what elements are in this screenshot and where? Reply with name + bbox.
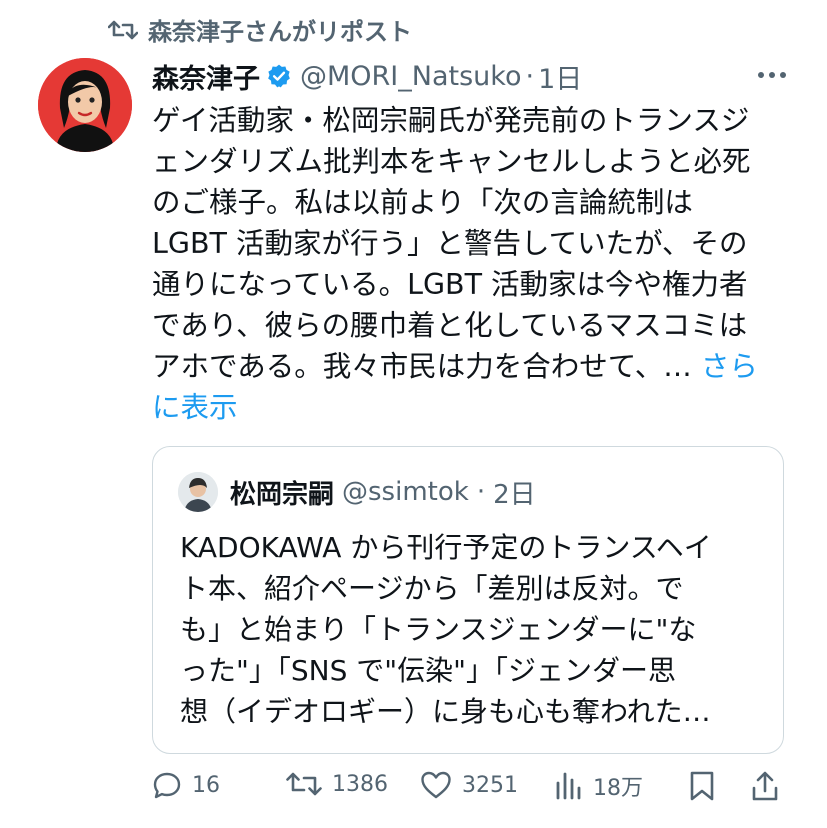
quoted-avatar-portrait-icon xyxy=(178,472,218,512)
more-options-button[interactable] xyxy=(755,58,789,92)
quoted-tweet-card[interactable]: 松岡宗嗣 @ssimtok · 2日 KADOKAWA から刊行予定のトランスヘ… xyxy=(152,446,784,754)
repost-indicator[interactable]: 森奈津子さんがリポスト xyxy=(108,12,412,47)
quoted-text-line: 想（イデオロギー）に身も心も奪われた… xyxy=(180,695,711,728)
like-button[interactable]: 3251 xyxy=(420,770,518,800)
repost-icon xyxy=(108,20,138,39)
quoted-tweet-header: 松岡宗嗣 @ssimtok · 2日 xyxy=(178,472,536,512)
views-button[interactable]: 18万 xyxy=(555,770,643,802)
bookmark-button[interactable] xyxy=(688,770,716,802)
like-count: 3251 xyxy=(462,772,518,798)
reply-button[interactable]: 16 xyxy=(152,770,220,800)
quoted-text-line: も」と始まり「トランスジェンダーに"な xyxy=(180,613,697,646)
repost-count: 1386 xyxy=(332,771,388,797)
tweet-header: 森奈津子 @MORI_Natsuko · 1日 xyxy=(152,57,797,96)
quoted-text-line: KADOKAWA から刊行予定のトランスヘイ xyxy=(180,531,712,564)
repost-button[interactable]: 1386 xyxy=(286,770,388,798)
quoted-text-line: ト本、紹介ページから「差別は反対。で xyxy=(180,572,684,605)
quoted-avatar xyxy=(178,472,218,512)
tweet-text-line: であり、彼らの腰巾着と化しているマスコミは xyxy=(152,309,748,342)
tweet-text: ゲイ活動家・松岡宗嗣氏が発売前のトランスジ ェンダリズム批判本をキャンセルしよう… xyxy=(152,100,792,428)
analytics-icon xyxy=(556,772,581,800)
separator-dot: · xyxy=(525,60,535,92)
tweet-text-line: ゲイ活動家・松岡宗嗣氏が発売前のトランスジ xyxy=(152,104,750,137)
show-more-link-continued[interactable]: に表示 xyxy=(152,387,792,428)
quoted-tweet-text: KADOKAWA から刊行予定のトランスヘイ ト本、紹介ページから「差別は反対。… xyxy=(180,527,780,732)
quoted-author-handle: @ssimtok xyxy=(342,477,469,507)
share-button[interactable] xyxy=(750,770,780,802)
quoted-author-name: 松岡宗嗣 xyxy=(230,479,335,510)
share-icon xyxy=(752,771,778,801)
quoted-timestamp: 2日 xyxy=(493,479,536,510)
bookmark-icon xyxy=(690,771,714,801)
tweet-text-fragment: アホである。我々市民は力を合わせて、… xyxy=(152,350,701,383)
more-horizontal-icon xyxy=(758,72,786,78)
tweet-text-line: のご様子。私は以前より「次の言論統制は xyxy=(152,186,693,219)
author-handle[interactable]: @MORI_Natsuko xyxy=(300,61,521,92)
view-count: 18万 xyxy=(593,776,643,801)
avatar-portrait-icon xyxy=(38,58,132,152)
reply-icon xyxy=(153,772,181,799)
show-more-link[interactable]: さら xyxy=(701,350,758,383)
tweet-text-line-last: アホである。我々市民は力を合わせて、… さら xyxy=(152,346,792,387)
timestamp[interactable]: 1日 xyxy=(538,57,582,96)
tweet-text-line: 通りになっている。LGBT 活動家は今や権力者 xyxy=(152,268,748,301)
tweet-text-line: LGBT 活動家が行う」と警告していたが、その xyxy=(152,227,748,260)
heart-icon xyxy=(421,771,451,799)
quoted-separator-dot: · xyxy=(476,477,486,507)
avatar[interactable] xyxy=(38,58,132,152)
author-name[interactable]: 森奈津子 xyxy=(152,57,260,96)
repost-action-icon xyxy=(286,772,322,796)
repost-label: 森奈津子さんがリポスト xyxy=(148,18,412,46)
action-bar: 16 1386 3251 18万 xyxy=(152,770,792,814)
reply-count: 16 xyxy=(192,772,220,798)
tweet-text-line: ェンダリズム批判本をキャンセルしようと必死 xyxy=(152,145,751,178)
quoted-text-line: った"」「SNS で"伝染"」「ジェンダー思 xyxy=(180,654,677,687)
verified-badge-icon[interactable] xyxy=(266,63,292,89)
